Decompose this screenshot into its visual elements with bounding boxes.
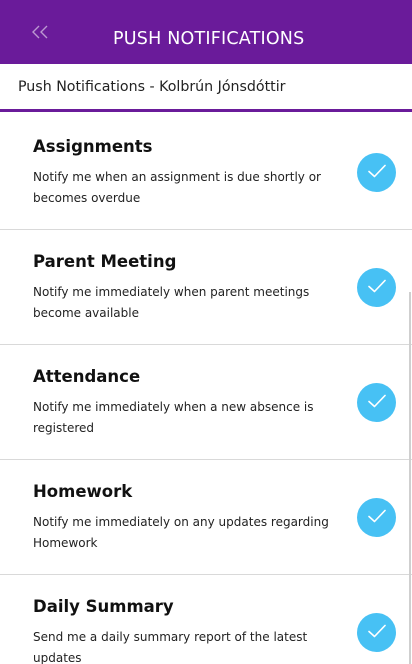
checkbox-attendance[interactable] (357, 383, 396, 422)
checkmark-icon (367, 278, 387, 298)
checkmark-icon (367, 508, 387, 528)
setting-row-assignments[interactable]: Assignments Notify me when an assignment… (0, 115, 412, 230)
push-notifications-screen: PUSH NOTIFICATIONS Push Notifications - … (0, 0, 412, 664)
setting-description: Notify me immediately when parent meetin… (33, 285, 310, 320)
setting-title: Parent Meeting (33, 252, 177, 271)
setting-description: Notify me immediately when a new absence… (33, 400, 314, 435)
scrollbar[interactable] (409, 292, 411, 664)
setting-title: Attendance (33, 367, 141, 386)
checkbox-parent-meeting[interactable] (357, 268, 396, 307)
checkmark-icon (367, 623, 387, 643)
subheader-text: Push Notifications - Kolbrún Jónsdóttir (18, 79, 286, 95)
setting-description: Notify me when an assignment is due shor… (33, 170, 321, 205)
setting-row-attendance[interactable]: Attendance Notify me immediately when a … (0, 345, 412, 460)
setting-description: Notify me immediately on any updates reg… (33, 515, 329, 550)
top-app-bar: PUSH NOTIFICATIONS (0, 0, 412, 64)
double-chevron-left-icon (30, 24, 52, 40)
setting-row-daily-summary[interactable]: Daily Summary Send me a daily summary re… (0, 575, 412, 664)
back-button[interactable] (30, 20, 70, 44)
setting-description: Send me a daily summary report of the la… (33, 630, 308, 664)
subheader: Push Notifications - Kolbrún Jónsdóttir (0, 64, 412, 112)
page-title: PUSH NOTIFICATIONS (113, 29, 305, 49)
checkbox-daily-summary[interactable] (357, 613, 396, 652)
setting-row-homework[interactable]: Homework Notify me immediately on any up… (0, 460, 412, 575)
checkmark-icon (367, 393, 387, 413)
notification-settings-list: Assignments Notify me when an assignment… (0, 115, 412, 664)
checkmark-icon (367, 163, 387, 183)
setting-title: Daily Summary (33, 597, 174, 616)
checkbox-homework[interactable] (357, 498, 396, 537)
setting-title: Homework (33, 482, 133, 501)
setting-title: Assignments (33, 137, 153, 156)
checkbox-assignments[interactable] (357, 153, 396, 192)
setting-row-parent-meeting[interactable]: Parent Meeting Notify me immediately whe… (0, 230, 412, 345)
